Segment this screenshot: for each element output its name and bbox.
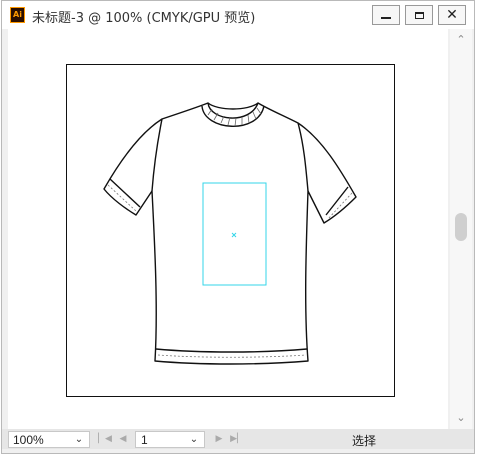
- first-artboard-icon[interactable]: ▏◀: [98, 431, 112, 447]
- minimize-icon: [381, 17, 391, 19]
- scroll-thumb[interactable]: [455, 213, 467, 241]
- last-artboard-icon[interactable]: ▶▏: [230, 431, 244, 447]
- illustrator-app-icon: Ai: [10, 7, 25, 23]
- title-bar[interactable]: Ai 未标题-3 @ 100% (CMYK/GPU 预览) ✕: [2, 1, 474, 29]
- artboard-dropdown-icon[interactable]: ⌄: [186, 432, 202, 447]
- close-icon: ✕: [446, 7, 458, 23]
- scroll-up-icon[interactable]: ⌃: [450, 31, 472, 49]
- zoom-select[interactable]: 100% ⌄: [8, 431, 90, 448]
- minimize-button[interactable]: [372, 5, 400, 25]
- status-bar: 100% ⌄ ▏◀ ◀ 1 ⌄ ▶ ▶▏ 选择: [2, 429, 474, 449]
- artboard-number: 1: [141, 433, 148, 447]
- maximize-button[interactable]: [405, 5, 433, 25]
- artboard-number-select[interactable]: 1 ⌄: [135, 431, 205, 448]
- document-title: 未标题-3 @ 100% (CMYK/GPU 预览): [32, 11, 256, 26]
- zoom-value: 100%: [13, 433, 44, 447]
- previous-artboard-icon[interactable]: ◀: [116, 431, 130, 447]
- document-window: Ai 未标题-3 @ 100% (CMYK/GPU 预览) ✕ ⌃ ⌄ 100%…: [1, 0, 475, 454]
- current-tool-label[interactable]: 选择: [352, 432, 376, 449]
- maximize-icon: [414, 11, 424, 19]
- next-artboard-icon[interactable]: ▶: [212, 431, 226, 447]
- zoom-dropdown-icon[interactable]: ⌄: [71, 432, 87, 447]
- close-button[interactable]: ✕: [438, 5, 466, 25]
- canvas-area[interactable]: [8, 29, 448, 429]
- scroll-down-icon[interactable]: ⌄: [450, 409, 472, 427]
- vertical-scrollbar[interactable]: ⌃ ⌄: [450, 29, 472, 429]
- tshirt-artwork[interactable]: [100, 99, 360, 399]
